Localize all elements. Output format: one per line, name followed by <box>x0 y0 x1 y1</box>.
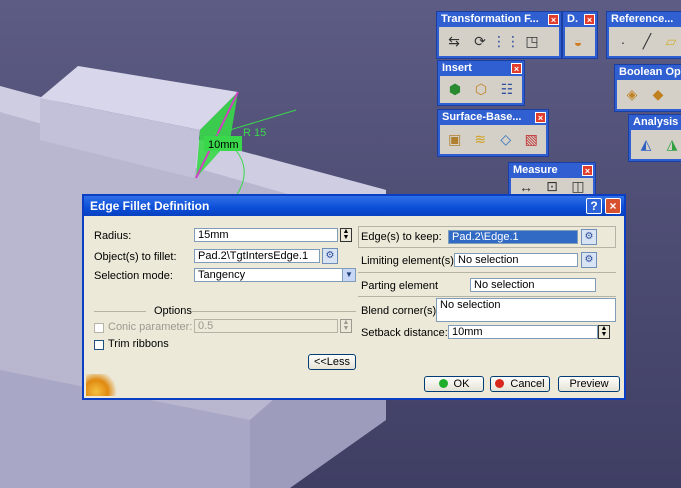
toolbar-surface-based[interactable]: Surface-Base... × ▣ ≋ ◇ ▧ <box>437 109 549 157</box>
conic-parameter-spinner[interactable]: ▲ ▼ <box>340 319 352 333</box>
dialog-title-bar[interactable]: Edge Fillet Definition ? × <box>84 196 624 216</box>
limiting-elements-selector-icon[interactable]: ⚙ <box>581 252 597 268</box>
trim-ribbons-checkbox[interactable] <box>94 340 104 350</box>
assemble-icon[interactable]: ◈ <box>621 84 643 106</box>
options-heading: Options <box>154 305 192 317</box>
edges-to-keep-label: Edge(s) to keep: <box>361 231 442 243</box>
dress-up-icon[interactable]: ◒ <box>567 31 589 53</box>
translate-icon[interactable]: ⇆ <box>443 31 465 53</box>
less-button[interactable]: <<Less <box>308 354 356 370</box>
tree-icon[interactable]: ☷ <box>496 79 518 101</box>
toolbar-title: Insert × <box>438 61 524 76</box>
toolbar-transformation[interactable]: Transformation F... × ⇆ ⟳ ⋮⋮ ◳ <box>436 11 562 59</box>
toolbar-title: D. × <box>563 12 597 27</box>
curvature-icon[interactable]: ◮ <box>661 134 681 156</box>
toolbar-boolean[interactable]: Boolean Op ◈ ◆ <box>614 64 681 112</box>
objects-selector-icon[interactable]: ⚙ <box>322 248 338 264</box>
cancel-button[interactable]: Cancel <box>490 376 550 392</box>
conic-parameter-checkbox[interactable] <box>94 323 104 333</box>
blend-corners-list[interactable]: No selection <box>436 298 616 322</box>
parting-element-label: Parting element <box>361 280 439 292</box>
toolbar-insert[interactable]: Insert × ⬢ ⬡ ☷ <box>437 60 525 106</box>
cancel-icon <box>495 379 505 388</box>
toolbar-title: Boolean Op <box>619 66 681 78</box>
limiting-elements-label: Limiting element(s): <box>361 255 457 267</box>
close-button[interactable]: × <box>605 198 621 214</box>
close-icon[interactable]: × <box>535 112 546 123</box>
parting-element-field[interactable]: No selection <box>470 278 596 292</box>
geometrical-set-icon[interactable]: ⬡ <box>470 79 492 101</box>
toolbar-d[interactable]: D. × ◒ <box>562 11 598 59</box>
sew-icon[interactable]: ▧ <box>521 129 543 151</box>
edge-fillet-dialog[interactable]: Edge Fillet Definition ? × Radius: 15mm … <box>82 194 626 400</box>
trim-ribbons-label: Trim ribbons <box>108 338 169 350</box>
toolbar-title: Analysis <box>633 116 679 128</box>
thick-surface-icon[interactable]: ≋ <box>470 129 492 151</box>
ok-button-label: OK <box>453 378 470 390</box>
conic-parameter-input[interactable]: 0.5 <box>194 319 338 333</box>
conic-parameter-label: Conic parameter: <box>108 321 193 333</box>
toolbar-title: Reference... <box>611 13 674 25</box>
right-divider-2 <box>358 296 616 297</box>
setback-distance-label: Setback distance: <box>361 327 448 339</box>
toolbar-analysis[interactable]: Analysis ◭ ◮ <box>628 114 681 162</box>
cancel-button-label: Cancel <box>510 378 545 390</box>
close-surface-icon[interactable]: ◇ <box>495 129 517 151</box>
toolbar-title: Surface-Base... × <box>438 110 548 125</box>
selection-mode-select[interactable]: Tangency <box>194 268 354 282</box>
close-icon[interactable]: × <box>584 14 595 25</box>
right-divider-1 <box>358 272 616 273</box>
line-icon[interactable]: ╱ <box>637 31 657 53</box>
point-icon[interactable]: · <box>613 31 633 53</box>
options-divider-right <box>192 311 356 312</box>
setback-distance-spinner[interactable]: ▲ ▼ <box>598 325 610 339</box>
objects-to-fillet-label: Object(s) to fillet: <box>94 251 177 263</box>
draft-analysis-icon[interactable]: ◭ <box>635 134 657 156</box>
limiting-elements-field[interactable]: No selection <box>454 253 578 267</box>
3d-viewport[interactable]: 10mm R 15 Transformation F... × ⇆ ⟳ ⋮⋮ ◳ … <box>0 0 681 488</box>
radius-label: R 15 <box>243 127 266 139</box>
ok-button[interactable]: OK <box>424 376 484 392</box>
dimension-label: 10mm <box>208 139 239 151</box>
selection-mode-label: Selection mode: <box>94 270 173 282</box>
toolbar-title: Measure × <box>509 163 595 178</box>
radius-label: Radius: <box>94 230 132 242</box>
help-button[interactable]: ? <box>586 198 602 214</box>
toolbar-title: Transformation F... × <box>437 12 561 27</box>
preview-button[interactable]: Preview <box>558 376 620 392</box>
split-icon[interactable]: ▣ <box>444 129 466 151</box>
pattern-icon[interactable]: ⋮⋮ <box>492 31 520 53</box>
toolbar-reference[interactable]: Reference... · ╱ ▱ <box>606 11 681 59</box>
chevron-down-icon[interactable]: ▼ <box>342 268 356 282</box>
dialog-title: Edge Fillet Definition <box>90 199 210 213</box>
blend-corners-label: Blend corner(s) <box>361 305 437 317</box>
add-icon[interactable]: ◆ <box>647 84 669 106</box>
objects-to-fillet-field[interactable]: Pad.2\TgtIntersEdge.1 <box>194 249 320 263</box>
toolbar-measure[interactable]: Measure × ↔ ⊡ ◫ <box>508 162 596 198</box>
close-icon[interactable]: × <box>582 165 593 176</box>
scale-icon[interactable]: ◳ <box>521 31 543 53</box>
ok-icon <box>438 379 448 388</box>
radius-spinner[interactable]: ▲ ▼ <box>340 228 352 242</box>
edges-to-keep-selector-icon[interactable]: ⚙ <box>581 229 597 245</box>
setback-distance-input[interactable]: 10mm <box>448 325 598 339</box>
close-icon[interactable]: × <box>511 63 522 74</box>
body-icon[interactable]: ⬢ <box>444 79 466 101</box>
catia-logo <box>86 374 120 396</box>
radius-input[interactable]: 15mm <box>194 228 338 242</box>
rotate-icon[interactable]: ⟳ <box>469 31 491 53</box>
close-icon[interactable]: × <box>548 14 559 25</box>
edges-to-keep-field[interactable]: Pad.2\Edge.1 <box>448 230 578 244</box>
options-divider-left <box>94 311 146 312</box>
plane-icon[interactable]: ▱ <box>661 31 681 53</box>
